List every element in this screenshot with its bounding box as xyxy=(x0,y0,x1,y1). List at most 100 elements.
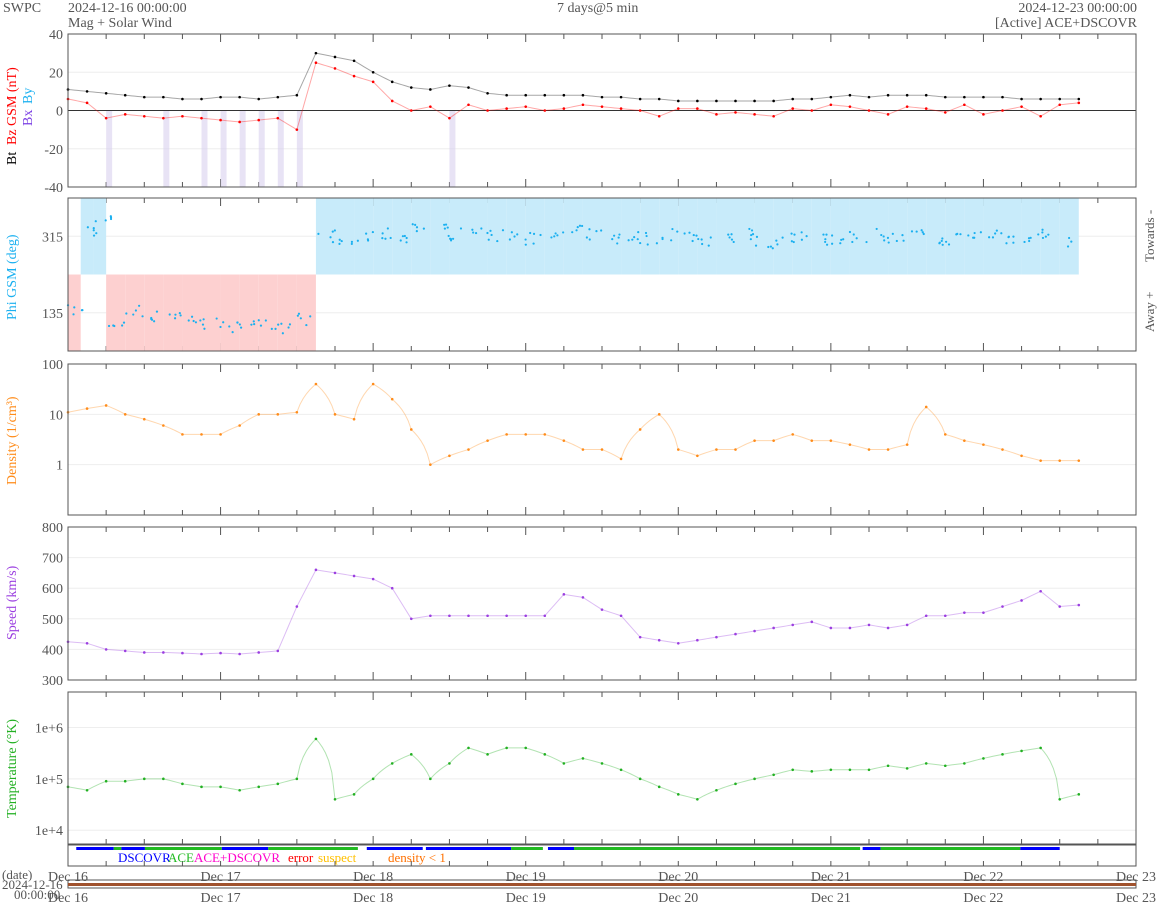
phi-point xyxy=(443,227,446,230)
phi-point xyxy=(902,239,905,242)
phi-point xyxy=(1012,241,1015,244)
panel-frame xyxy=(67,526,1137,681)
phi-point xyxy=(755,235,759,239)
panel-frame xyxy=(67,691,1137,845)
phi-point xyxy=(938,241,941,244)
bz-point xyxy=(696,107,699,110)
towards-shade xyxy=(811,197,831,275)
bz-point xyxy=(657,114,661,118)
towards-shade xyxy=(792,197,812,275)
bt-point xyxy=(219,95,222,99)
phi-point xyxy=(173,317,177,320)
phi-point xyxy=(155,310,159,313)
phi-point xyxy=(617,236,620,239)
temp-point xyxy=(85,788,89,792)
phi-point xyxy=(588,238,591,241)
temp-point xyxy=(772,773,775,777)
bt-point xyxy=(1001,95,1004,99)
speed-point xyxy=(505,614,508,618)
density-point xyxy=(467,448,470,451)
density-point xyxy=(848,443,852,446)
phi-point xyxy=(381,232,384,235)
x-tick-label: Dec 23 xyxy=(1116,891,1156,905)
phi-point xyxy=(1068,236,1071,240)
phi-point xyxy=(695,234,698,237)
bt-point xyxy=(142,95,146,99)
speed-point xyxy=(200,652,203,656)
bz-point xyxy=(963,103,966,107)
density-point xyxy=(352,417,356,421)
speed-point xyxy=(429,614,432,618)
phi-point xyxy=(192,319,195,323)
temp-point xyxy=(276,782,280,786)
y-tick-label: 135 xyxy=(42,307,63,322)
phi-point xyxy=(994,232,997,235)
speed-point xyxy=(543,614,547,618)
bt-point xyxy=(638,97,642,101)
temp-point xyxy=(905,767,909,770)
phi-point xyxy=(236,321,239,324)
phi-point xyxy=(113,324,116,328)
speed-point xyxy=(829,626,833,630)
temp-point xyxy=(1058,798,1062,801)
bz-south-shade xyxy=(296,110,303,187)
temp-point xyxy=(142,777,146,781)
temp-point xyxy=(200,785,203,789)
speed-point xyxy=(562,593,566,596)
density-point xyxy=(257,413,261,416)
bz-point xyxy=(371,80,375,84)
temp-point xyxy=(753,777,756,781)
speed-point xyxy=(409,617,413,621)
x-tick-label: Dec 20 xyxy=(658,870,698,885)
towards-shade xyxy=(449,197,469,275)
bz-point xyxy=(753,113,756,116)
source-segment-dscovr xyxy=(1020,847,1060,850)
density-point xyxy=(162,424,165,427)
slider-time: 00:00:00 xyxy=(14,887,60,902)
phi-point xyxy=(1041,231,1044,234)
bz-point xyxy=(429,105,432,108)
density-point xyxy=(924,405,928,409)
phi-point xyxy=(988,236,991,239)
density-point xyxy=(505,433,508,436)
bz-point xyxy=(1020,105,1023,108)
phi-point xyxy=(840,238,843,241)
phi-point xyxy=(775,239,778,242)
legend-error: error xyxy=(288,850,314,865)
temp-point xyxy=(867,768,871,772)
temp-point xyxy=(181,782,184,786)
speed-point xyxy=(753,629,756,633)
bt-point xyxy=(238,95,241,99)
phi-point xyxy=(691,239,694,243)
phi-point xyxy=(767,245,770,249)
phi-point xyxy=(790,232,793,235)
bt-point xyxy=(848,93,852,97)
bz-point xyxy=(924,107,928,110)
phi-point xyxy=(613,234,616,237)
density-point xyxy=(562,439,566,442)
towards-shade xyxy=(506,197,526,275)
phi-point xyxy=(411,223,414,226)
bt-point xyxy=(543,93,547,97)
phi-point xyxy=(73,306,76,309)
bt-point xyxy=(772,99,775,103)
y-tick-label: 10 xyxy=(49,408,63,423)
bt-point xyxy=(104,91,108,95)
temp-point xyxy=(486,753,489,756)
phi-point xyxy=(825,243,829,246)
away-shade xyxy=(125,274,145,351)
panel-density: 100 10 1 Density (1/cm³) xyxy=(5,358,1137,515)
speed-point xyxy=(162,651,165,654)
bz-point xyxy=(600,105,604,108)
speed-point xyxy=(963,611,966,614)
temp-point xyxy=(104,779,108,783)
range-slider-handle[interactable] xyxy=(68,883,1136,886)
bz-point xyxy=(390,99,394,103)
ylabel-phi: Phi GSM (deg) xyxy=(5,234,20,320)
towards-shade xyxy=(487,197,507,275)
density-point xyxy=(1020,454,1023,458)
speed-point xyxy=(924,614,928,618)
ylabel-bx: Bx xyxy=(21,110,36,126)
density-point xyxy=(829,439,833,442)
speed-point xyxy=(390,586,394,590)
